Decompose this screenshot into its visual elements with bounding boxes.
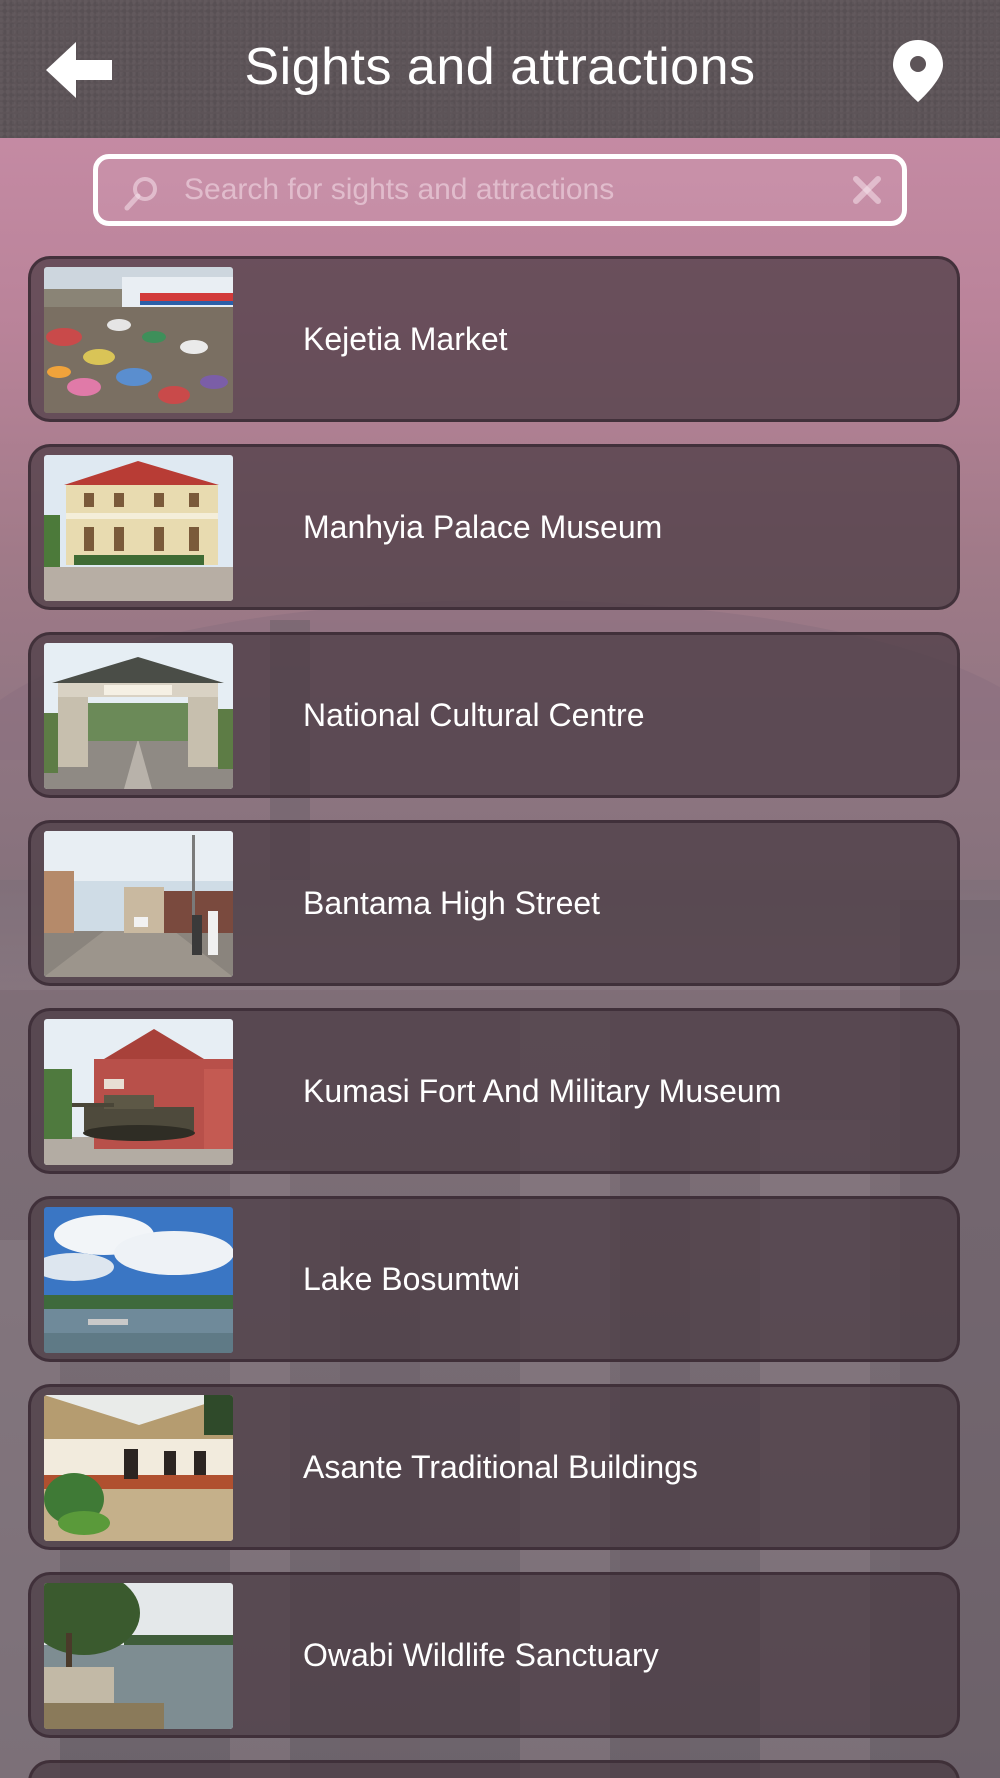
sanctuary-photo bbox=[44, 1583, 233, 1729]
list-item[interactable]: Manhyia Palace Museum bbox=[28, 444, 960, 610]
app-header: Sights and attractions bbox=[0, 0, 1000, 138]
list-item[interactable]: Kejetia Market bbox=[28, 256, 960, 422]
buildings-photo bbox=[44, 1395, 233, 1541]
list-item-label: National Cultural Centre bbox=[303, 697, 645, 733]
fort-photo bbox=[44, 1019, 233, 1165]
market-photo bbox=[44, 267, 233, 413]
page-title: Sights and attractions bbox=[244, 38, 756, 96]
map-button[interactable] bbox=[892, 40, 944, 102]
list-item[interactable]: Asante Traditional Buildings bbox=[28, 1384, 960, 1550]
search-bar[interactable] bbox=[93, 154, 907, 226]
back-button[interactable] bbox=[46, 42, 116, 98]
close-icon[interactable] bbox=[850, 173, 884, 207]
arrow-left-icon bbox=[46, 42, 116, 102]
list-item[interactable]: Lake Bosumtwi bbox=[28, 1196, 960, 1362]
list-item-label: Lake Bosumtwi bbox=[303, 1261, 520, 1297]
search-input[interactable] bbox=[184, 159, 824, 221]
list-item[interactable]: Owabi Wildlife Sanctuary bbox=[28, 1572, 960, 1738]
list-item-label: Asante Traditional Buildings bbox=[303, 1449, 698, 1485]
street-photo bbox=[44, 831, 233, 977]
list-item-label: Owabi Wildlife Sanctuary bbox=[303, 1637, 659, 1673]
list-item[interactable] bbox=[28, 1760, 960, 1778]
list-item-label: Manhyia Palace Museum bbox=[303, 509, 663, 545]
search-icon bbox=[124, 175, 160, 211]
gate-photo bbox=[44, 643, 233, 789]
list-item[interactable]: Bantama High Street bbox=[28, 820, 960, 986]
palace-photo bbox=[44, 455, 233, 601]
list-item[interactable]: National Cultural Centre bbox=[28, 632, 960, 798]
lake-photo bbox=[44, 1207, 233, 1353]
list-item-label: Kumasi Fort And Military Museum bbox=[303, 1073, 782, 1109]
list-item[interactable]: Kumasi Fort And Military Museum bbox=[28, 1008, 960, 1174]
list-item-label: Kejetia Market bbox=[303, 321, 508, 357]
list-item-label: Bantama High Street bbox=[303, 885, 601, 921]
map-pin-icon bbox=[892, 40, 944, 106]
